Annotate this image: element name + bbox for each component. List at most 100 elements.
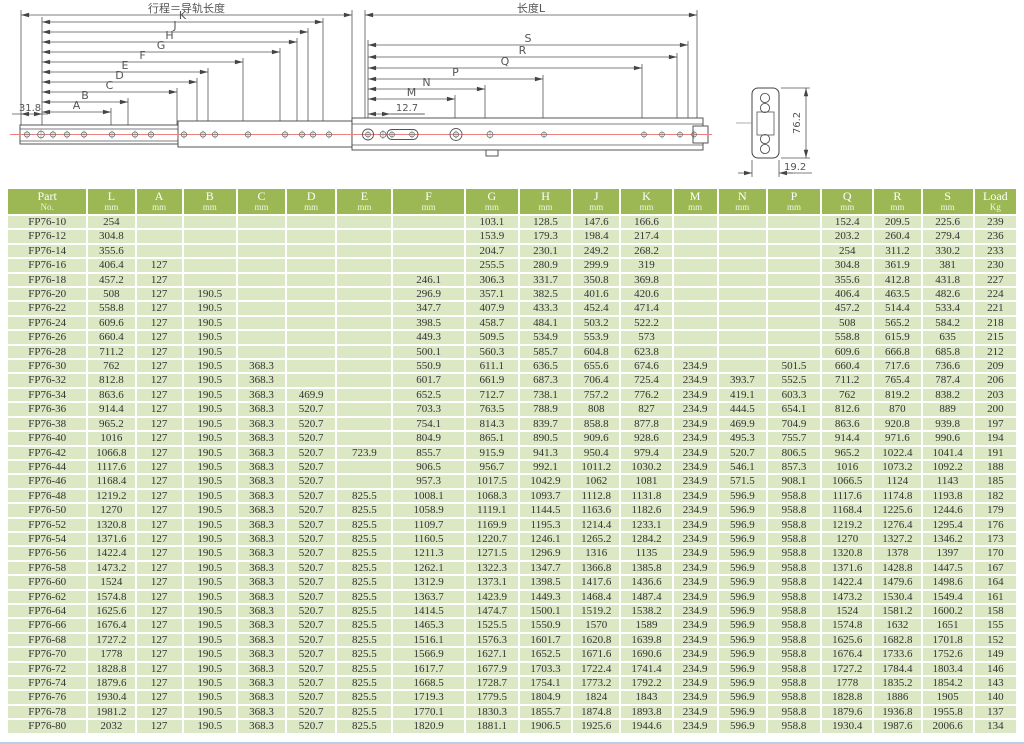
value-cell: 1422.4: [822, 576, 872, 588]
dim-left-offset: 31.8: [19, 103, 41, 114]
value-cell: 1270: [822, 533, 872, 545]
value-cell: [337, 274, 391, 286]
value-cell: 1066.8: [88, 447, 134, 459]
value-cell: [337, 360, 391, 372]
value-cell: 520.7: [287, 461, 335, 473]
value-cell: [137, 245, 182, 257]
value-cell: 190.5: [184, 302, 236, 314]
value-cell: 190.5: [184, 591, 236, 603]
value-cell: 1727.2: [88, 634, 134, 646]
value-cell: 596.9: [719, 547, 766, 559]
value-cell: [287, 216, 335, 228]
value-cell: 234.9: [674, 374, 717, 386]
value-cell: [674, 302, 717, 314]
value-cell: 615.9: [874, 331, 920, 343]
value-cell: 254: [88, 216, 134, 228]
dim-label-G: G: [157, 39, 166, 52]
value-cell: [184, 259, 236, 271]
value-cell: 1828.8: [88, 663, 134, 675]
value-cell: 368.3: [238, 475, 285, 487]
part-no-cell: FP76-62: [8, 591, 86, 603]
part-no-cell: FP76-38: [8, 418, 86, 430]
value-cell: 234.9: [674, 461, 717, 473]
value-cell: [719, 216, 766, 228]
value-cell: 958.8: [768, 519, 820, 531]
value-cell: 382.5: [520, 288, 571, 300]
value-cell: 350.8: [573, 274, 619, 286]
value-cell: 153.9: [466, 230, 518, 242]
value-cell: 127: [137, 591, 182, 603]
value-cell: 176: [975, 519, 1016, 531]
value-cell: 1652.5: [520, 648, 571, 660]
value-cell: [719, 230, 766, 242]
value-cell: 1109.7: [393, 519, 463, 531]
value-cell: 1651: [923, 619, 973, 631]
value-cell: 368.3: [238, 403, 285, 415]
value-cell: 190.5: [184, 490, 236, 502]
value-cell: 330.2: [923, 245, 973, 257]
value-cell: [184, 274, 236, 286]
value-cell: 1397: [923, 547, 973, 559]
part-no-cell: FP76-78: [8, 706, 86, 718]
value-cell: 825.5: [337, 706, 391, 718]
value-cell: 1112.8: [573, 490, 619, 502]
value-cell: 958.8: [768, 619, 820, 631]
value-cell: 958.8: [768, 547, 820, 559]
value-cell: 127: [137, 389, 182, 401]
value-cell: [768, 259, 820, 271]
value-cell: 1468.4: [573, 591, 619, 603]
value-cell: [337, 389, 391, 401]
value-cell: 1160.5: [393, 533, 463, 545]
value-cell: 368.3: [238, 576, 285, 588]
value-cell: 825.5: [337, 663, 391, 675]
value-cell: 234.9: [674, 418, 717, 430]
value-cell: 230.1: [520, 245, 571, 257]
value-cell: [337, 216, 391, 228]
value-cell: 1516.1: [393, 634, 463, 646]
value-cell: 958.8: [768, 634, 820, 646]
value-cell: 1677.9: [466, 663, 518, 675]
value-cell: 1589: [621, 619, 671, 631]
value-cell: 127: [137, 475, 182, 487]
value-cell: 596.9: [719, 605, 766, 617]
value-cell: 190.5: [184, 317, 236, 329]
col-header-unit: mm: [674, 203, 717, 212]
value-cell: 1701.8: [923, 634, 973, 646]
part-no-cell: FP76-24: [8, 317, 86, 329]
table-row: FP76-22558.8127190.5347.7407.9433.3452.4…: [8, 302, 1016, 314]
value-cell: 520.7: [287, 547, 335, 559]
table-body: FP76-10254103.1128.5147.6166.6152.4209.5…: [8, 216, 1016, 733]
value-cell: [337, 418, 391, 430]
value-cell: 804.9: [393, 432, 463, 444]
value-cell: 825.5: [337, 547, 391, 559]
value-cell: 596.9: [719, 533, 766, 545]
value-cell: 1398.5: [520, 576, 571, 588]
value-cell: 1117.6: [822, 490, 872, 502]
value-cell: 280.9: [520, 259, 571, 271]
col-header-label: K: [621, 190, 671, 202]
value-cell: 1893.8: [621, 706, 671, 718]
value-cell: 520.7: [287, 475, 335, 487]
value-cell: 190.5: [184, 374, 236, 386]
value-cell: 825.5: [337, 605, 391, 617]
value-cell: 127: [137, 533, 182, 545]
value-cell: 604.8: [573, 346, 619, 358]
value-cell: 444.5: [719, 403, 766, 415]
value-cell: 368.3: [238, 605, 285, 617]
value-cell: 788.9: [520, 403, 571, 415]
value-cell: 146: [975, 663, 1016, 675]
value-cell: 190.5: [184, 720, 236, 732]
value-cell: [287, 331, 335, 343]
value-cell: 1169.9: [466, 519, 518, 531]
value-cell: 361.9: [874, 259, 920, 271]
value-cell: 368.3: [238, 691, 285, 703]
value-cell: [137, 230, 182, 242]
value-cell: 458.7: [466, 317, 518, 329]
value-cell: 958.8: [768, 720, 820, 732]
value-cell: 406.4: [88, 259, 134, 271]
value-cell: 520.7: [287, 691, 335, 703]
col-header-unit: mm: [88, 203, 134, 212]
table-header: PartNo.LmmAmmBmmCmmDmmEmmFmmGmmHmmJmmKmm…: [8, 189, 1016, 214]
value-cell: 331.7: [520, 274, 571, 286]
value-cell: 368.3: [238, 706, 285, 718]
